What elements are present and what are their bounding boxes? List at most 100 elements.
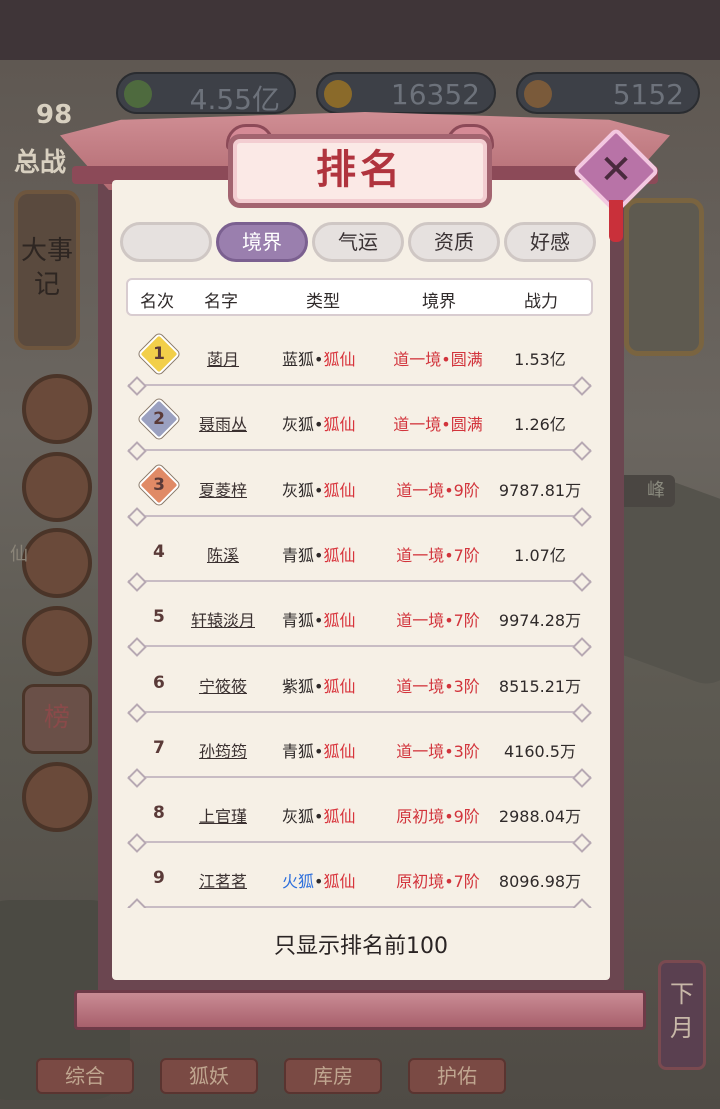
- player-name[interactable]: 聂雨丛: [199, 415, 247, 434]
- right-panel-frame: [624, 198, 704, 356]
- player-name-cell[interactable]: 陈溪: [186, 542, 260, 566]
- player-name[interactable]: 江茗茗: [199, 872, 247, 891]
- type-cell: 灰狐•狐仙: [282, 803, 355, 827]
- table-row[interactable]: 2 聂雨丛 灰狐•狐仙 道一境•圆满 1.26亿: [126, 391, 593, 456]
- tab-fox[interactable]: 狐妖: [160, 1058, 258, 1094]
- table-row[interactable]: 5 轩辕淡月 青狐•狐仙 道一境•7阶 9974.28万: [126, 587, 593, 652]
- close-icon[interactable]: ✕: [585, 140, 647, 202]
- fox-kind: 狐仙: [323, 676, 356, 696]
- row-divider: [128, 514, 591, 517]
- fox-type: 青狐: [282, 741, 315, 761]
- tab-storage[interactable]: 库房: [284, 1058, 382, 1094]
- type-cell: 青狐•狐仙: [282, 738, 355, 762]
- rank-number: 1: [153, 344, 165, 364]
- total-power-label: 总战: [14, 148, 67, 178]
- tab-fortune[interactable]: 气运: [312, 222, 404, 262]
- ranking-tabs: 境界 气运 资质 好感: [120, 222, 600, 266]
- realm-value: 原初境•9阶: [396, 807, 480, 827]
- power-value: 9787.81万: [498, 480, 582, 500]
- realm-value: 道一境•3阶: [396, 676, 480, 696]
- row-divider: [128, 906, 591, 908]
- type-cell: 蓝狐•狐仙: [282, 346, 355, 370]
- pot-icon[interactable]: [22, 606, 92, 676]
- tab-protection[interactable]: 护佑: [408, 1058, 506, 1094]
- realm-value: 道一境•3阶: [396, 741, 480, 761]
- fox-kind: 狐仙: [323, 415, 356, 435]
- fox-kind: 狐仙: [323, 611, 356, 631]
- ranking-button[interactable]: 榜: [22, 684, 92, 754]
- top-status-strip: [0, 0, 720, 60]
- col-name: 名字: [204, 292, 238, 312]
- compass-icon[interactable]: [22, 762, 92, 832]
- col-type: 类型: [306, 292, 340, 312]
- table-row[interactable]: 3 夏菱梓 灰狐•狐仙 道一境•9阶 9787.81万: [126, 457, 593, 522]
- power-value: 4160.5万: [504, 741, 576, 761]
- player-name-cell[interactable]: 孙筠筠: [186, 738, 260, 762]
- row-divider: [128, 384, 591, 386]
- next-month-button[interactable]: 下月: [658, 960, 706, 1070]
- power-value: 8515.21万: [498, 676, 582, 696]
- tab-affinity[interactable]: 好感: [504, 222, 596, 262]
- rank-number: 5: [153, 607, 165, 628]
- fox-type: 火狐: [282, 872, 315, 892]
- table-row[interactable]: 1 菡月 蓝狐•狐仙 道一境•圆满 1.53亿: [126, 326, 593, 391]
- fox-type: 灰狐: [282, 415, 315, 435]
- player-name[interactable]: 夏菱梓: [199, 481, 247, 500]
- player-name[interactable]: 上官瑾: [199, 807, 247, 826]
- gear-icon[interactable]: [22, 374, 92, 444]
- tab-blank[interactable]: [120, 222, 212, 262]
- player-name[interactable]: 轩辕淡月: [191, 611, 255, 630]
- player-name-cell[interactable]: 菡月: [186, 346, 260, 370]
- table-row[interactable]: 6 宁筱筱 紫狐•狐仙 道一境•3阶 8515.21万: [126, 653, 593, 718]
- fox-kind: 狐仙: [323, 480, 356, 500]
- tab-realm[interactable]: 境界: [216, 222, 308, 262]
- footer-note: 只显示排名前100: [274, 934, 448, 959]
- page-title: 排名: [316, 146, 404, 193]
- rank-number: 3: [153, 474, 165, 495]
- fox-type: 灰狐: [282, 807, 315, 827]
- row-divider: [128, 710, 591, 713]
- row-divider: [128, 449, 591, 452]
- ranking-list[interactable]: 1 菡月 蓝狐•狐仙 道一境•圆满 1.53亿 2 聂雨丛 灰狐•狐仙 道一境•圆满 1.26亿 3…: [126, 326, 593, 908]
- rank-number: 4: [153, 541, 165, 562]
- player-name-cell[interactable]: 夏菱梓: [186, 477, 260, 501]
- player-name[interactable]: 宁筱筱: [199, 677, 247, 696]
- fox-kind: 狐仙: [323, 350, 356, 369]
- realm-value: 道一境•圆满: [393, 350, 483, 369]
- power-value: 2988.04万: [498, 807, 582, 827]
- scroll-icon[interactable]: [22, 452, 92, 522]
- tab-aptitude[interactable]: 资质: [408, 222, 500, 262]
- power-value: 8096.98万: [498, 872, 582, 892]
- rank-number: 6: [153, 672, 165, 693]
- table-row[interactable]: 4 陈溪 青狐•狐仙 道一境•7阶 1.07亿: [126, 522, 593, 587]
- player-name-cell[interactable]: 宁筱筱: [186, 673, 260, 697]
- peak-label: 峰: [615, 475, 675, 507]
- title-plate: 排名: [228, 134, 492, 208]
- mountain-label: 仙: [10, 544, 28, 565]
- player-name[interactable]: 孙筠筠: [199, 742, 247, 761]
- player-name-cell[interactable]: 上官瑾: [186, 803, 260, 827]
- player-name[interactable]: 菡月: [207, 350, 239, 369]
- player-name-cell[interactable]: 轩辕淡月: [186, 607, 260, 631]
- fox-type: 紫狐: [282, 676, 315, 696]
- player-name-cell[interactable]: 江茗茗: [186, 868, 260, 892]
- type-cell: 灰狐•狐仙: [282, 411, 355, 435]
- power-value: 1.26亿: [514, 415, 566, 435]
- tassel-ornament: [609, 200, 623, 242]
- type-cell: 青狐•狐仙: [282, 607, 355, 631]
- sword-icon[interactable]: [22, 528, 92, 598]
- rank-number: 2: [153, 409, 165, 430]
- realm-value: 道一境•圆满: [393, 415, 483, 435]
- player-name-cell[interactable]: 聂雨丛: [186, 411, 260, 435]
- chronicle-button[interactable]: 大事记: [14, 190, 80, 350]
- tab-general[interactable]: 综合: [36, 1058, 134, 1094]
- player-name[interactable]: 陈溪: [207, 546, 239, 565]
- fox-kind: 狐仙: [323, 872, 356, 892]
- realm-value: 原初境•7阶: [396, 872, 480, 892]
- power-value: 1.07亿: [514, 545, 566, 565]
- table-row[interactable]: 8 上官瑾 灰狐•狐仙 原初境•9阶 2988.04万: [126, 783, 593, 848]
- fox-kind: 狐仙: [323, 741, 356, 761]
- table-row[interactable]: 9 江茗茗 火狐•狐仙 原初境•7阶 8096.98万: [126, 848, 593, 908]
- table-row[interactable]: 7 孙筠筠 青狐•狐仙 道一境•3阶 4160.5万: [126, 718, 593, 783]
- fox-type: 蓝狐: [282, 350, 315, 369]
